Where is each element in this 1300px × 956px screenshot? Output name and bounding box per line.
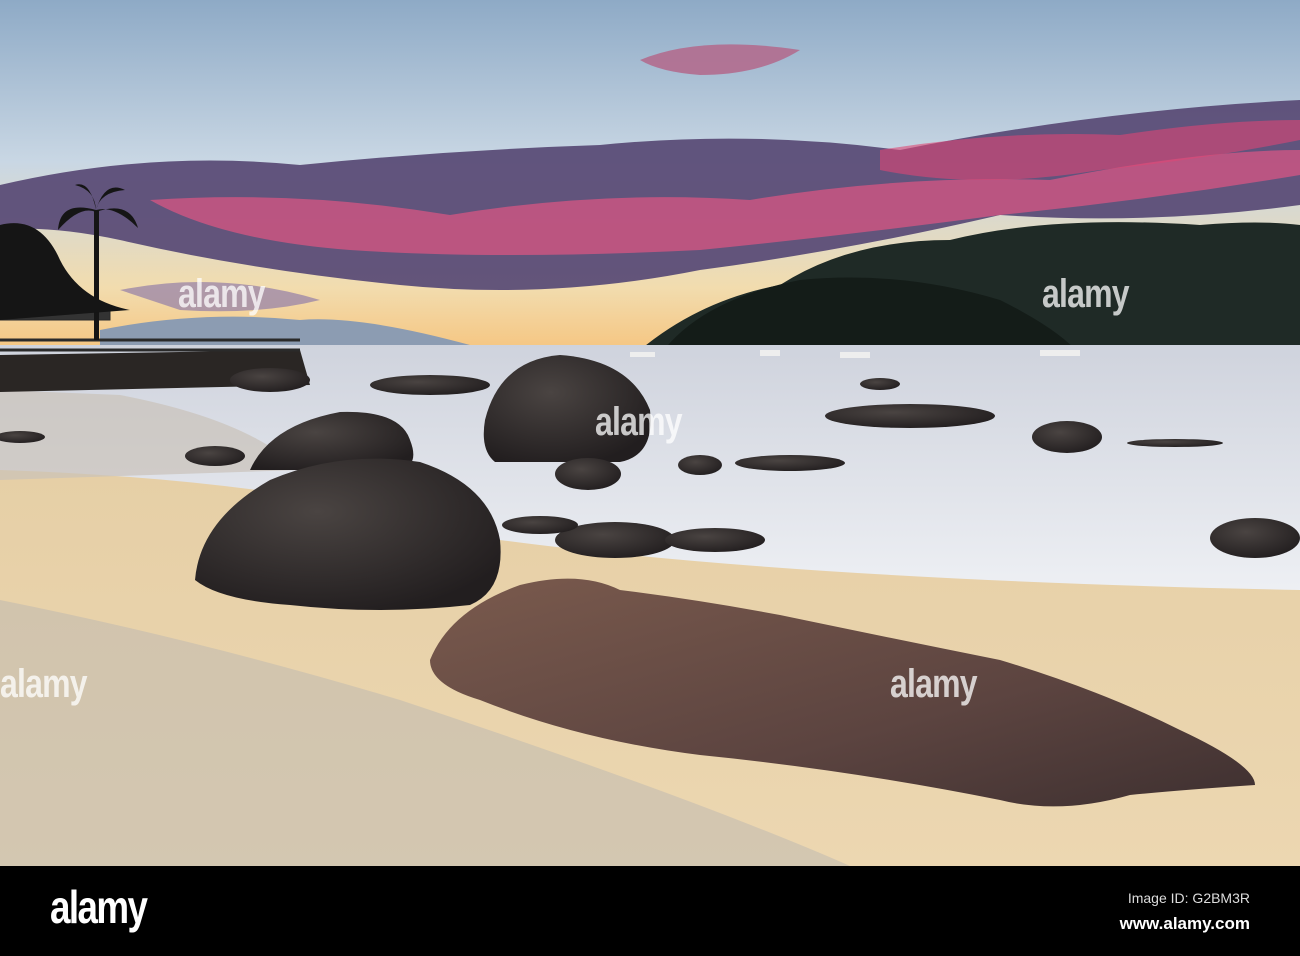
watermark: alamy xyxy=(890,662,978,706)
footer-bar: alamy Image ID: G2BM3R www.alamy.com xyxy=(0,866,1300,956)
image-id: Image ID: G2BM3R xyxy=(1127,890,1250,906)
watermark: alamy xyxy=(1042,272,1130,316)
website-link[interactable]: www.alamy.com xyxy=(1120,914,1250,934)
alamy-logo: alamy xyxy=(50,881,148,933)
watermark: alamy xyxy=(595,400,683,444)
watermark: alamy xyxy=(0,662,88,706)
photo-frame: alamy alamy alamy alamy alamy alamy Imag… xyxy=(0,0,1300,956)
watermark: alamy xyxy=(178,272,266,316)
